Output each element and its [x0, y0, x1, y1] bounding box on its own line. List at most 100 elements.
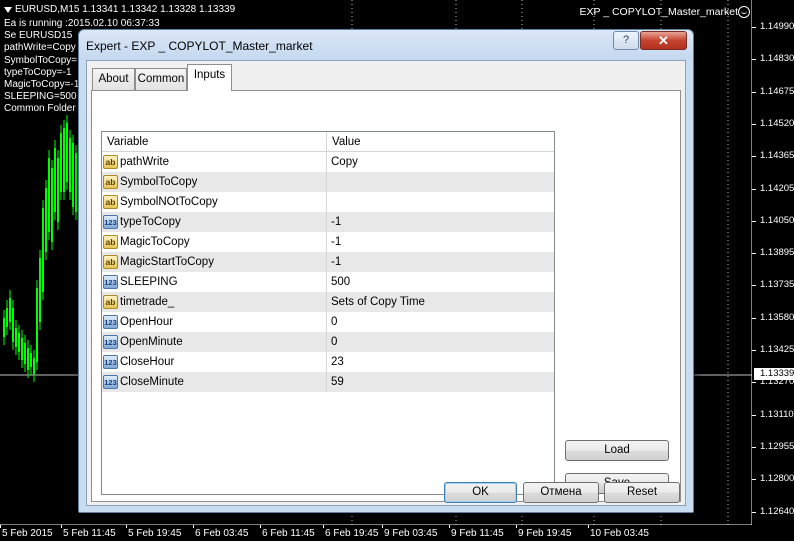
- time-label: 6 Feb 03:45: [195, 528, 249, 539]
- time-tick: [449, 525, 450, 528]
- cancel-button[interactable]: Отмена: [523, 482, 599, 503]
- time-label: 9 Feb 03:45: [384, 528, 438, 539]
- table-row[interactable]: 123 CloseMinute 59: [102, 372, 554, 392]
- value-cell[interactable]: 59: [327, 372, 554, 392]
- price-tick: [752, 253, 756, 255]
- variable-name: SymbolToCopy: [120, 176, 198, 188]
- price-tick: [752, 479, 756, 481]
- value-cell[interactable]: 0: [327, 332, 554, 352]
- chart-header: EURUSD,M15 1.13341 1.13342 1.13328 1.133…: [4, 4, 235, 16]
- value-cell[interactable]: Sets of Copy Time: [327, 292, 554, 312]
- numeric-type-icon: 123: [103, 275, 118, 289]
- dropdown-triangle-icon[interactable]: [4, 7, 12, 13]
- variable-cell: 123 OpenHour: [102, 312, 327, 332]
- value-cell[interactable]: [327, 172, 554, 192]
- reset-button[interactable]: Reset: [604, 482, 680, 503]
- price-tick: [752, 382, 756, 384]
- candle-body: [33, 358, 35, 374]
- price-label: 1.13425: [760, 344, 794, 355]
- value-cell[interactable]: 500: [327, 272, 554, 292]
- time-tick: [323, 525, 324, 528]
- time-label: 5 Feb 11:45: [63, 528, 116, 539]
- table-row[interactable]: ab timetrade_ Sets of Copy Time: [102, 292, 554, 312]
- candle-body: [36, 288, 38, 362]
- numeric-type-icon: 123: [103, 335, 118, 349]
- tab-inputs[interactable]: Inputs: [187, 64, 232, 91]
- variable-cell: ab timetrade_: [102, 292, 327, 312]
- inputs-panel: Variable Value ab pathWrite Copy ab SymbolTo…: [91, 90, 681, 502]
- variable-name: SymbolNOtToCopy: [120, 196, 218, 208]
- variable-name: SLEEPING: [120, 276, 178, 288]
- table-row[interactable]: 123 typeToCopy -1: [102, 212, 554, 232]
- numeric-type-icon: 123: [103, 215, 118, 229]
- candle-body: [3, 318, 5, 337]
- candle-body: [54, 148, 56, 212]
- variable-cell: ab MagicStartToCopy: [102, 252, 327, 272]
- price-tick: [752, 123, 756, 125]
- time-tick: [382, 525, 383, 528]
- price-tick: [752, 414, 756, 416]
- table-row[interactable]: 123 OpenHour 0: [102, 312, 554, 332]
- price-axis[interactable]: 1.14990 1.14830 1.14675 1.14520 1.14365 1.142…: [752, 0, 794, 525]
- time-tick: [126, 525, 127, 528]
- column-header-variable[interactable]: Variable: [102, 132, 327, 152]
- price-tick: [752, 285, 756, 287]
- candle-body: [60, 133, 62, 192]
- smiley-icon: [738, 6, 750, 18]
- price-label: 1.13895: [760, 247, 794, 259]
- variable-name: OpenHour: [120, 316, 174, 328]
- dialog-titlebar[interactable]: Expert - EXP _ COPYLOT_Master_market ? ✕: [79, 30, 693, 60]
- load-button[interactable]: Load: [565, 440, 669, 461]
- close-button[interactable]: ✕: [640, 31, 687, 50]
- table-row[interactable]: ab pathWrite Copy: [102, 152, 554, 172]
- price-tick: [752, 27, 756, 28]
- candle-body: [42, 208, 44, 292]
- candle-body: [75, 153, 77, 212]
- value-cell[interactable]: 23: [327, 352, 554, 372]
- value-cell[interactable]: 0: [327, 312, 554, 332]
- time-label: 9 Feb 19:45: [518, 528, 572, 539]
- variable-cell: ab pathWrite: [102, 152, 327, 172]
- inputs-table[interactable]: Variable Value ab pathWrite Copy ab SymbolTo…: [101, 131, 555, 495]
- numeric-type-icon: 123: [103, 355, 118, 369]
- tab-common[interactable]: Common: [135, 68, 187, 90]
- price-tick: [752, 317, 756, 319]
- value-cell[interactable]: -1: [327, 212, 554, 232]
- tab-about[interactable]: About: [92, 68, 135, 90]
- price-label: 1.14675: [760, 85, 794, 97]
- table-row[interactable]: ab SymbolToCopy: [102, 172, 554, 192]
- variable-cell: 123 CloseMinute: [102, 372, 327, 392]
- table-row[interactable]: 123 SLEEPING 500: [102, 272, 554, 292]
- string-type-icon: ab: [103, 175, 118, 189]
- time-label: 5 Feb 19:45: [128, 528, 182, 539]
- table-row[interactable]: 123 OpenMinute 0: [102, 332, 554, 352]
- price-tick: [752, 220, 756, 222]
- table-row[interactable]: ab MagicStartToCopy -1: [102, 252, 554, 272]
- candle-body: [51, 168, 53, 242]
- candle-body: [24, 343, 26, 364]
- candle-body: [18, 333, 20, 352]
- time-axis[interactable]: 5 Feb 2015 5 Feb 11:45 5 Feb 19:45 6 Feb 03…: [0, 525, 752, 541]
- price-label: 1.14990: [760, 21, 794, 32]
- time-label: 5 Feb 2015: [2, 528, 53, 539]
- value-cell[interactable]: -1: [327, 252, 554, 272]
- column-header-value[interactable]: Value: [327, 132, 554, 152]
- variable-cell: 123 typeToCopy: [102, 212, 327, 232]
- value-cell[interactable]: Copy: [327, 152, 554, 172]
- price-tick: [752, 91, 756, 93]
- chart-symbol-quote: EURUSD,M15 1.13341 1.13342 1.13328 1.133…: [15, 4, 236, 15]
- variable-name: pathWrite: [120, 156, 170, 168]
- price-tick: [752, 511, 756, 513]
- time-tick: [260, 525, 261, 528]
- price-label: 1.13110: [760, 408, 794, 420]
- value-cell[interactable]: [327, 192, 554, 212]
- variable-name: timetrade_: [120, 296, 175, 308]
- table-row[interactable]: 123 CloseHour 23: [102, 352, 554, 372]
- help-button[interactable]: ?: [613, 31, 639, 50]
- candle-body: [39, 258, 41, 322]
- candle-body: [9, 298, 11, 322]
- table-row[interactable]: ab SymbolNOtToCopy: [102, 192, 554, 212]
- value-cell[interactable]: -1: [327, 232, 554, 252]
- table-row[interactable]: ab MagicToCopy -1: [102, 232, 554, 252]
- ok-button[interactable]: OK: [444, 482, 517, 503]
